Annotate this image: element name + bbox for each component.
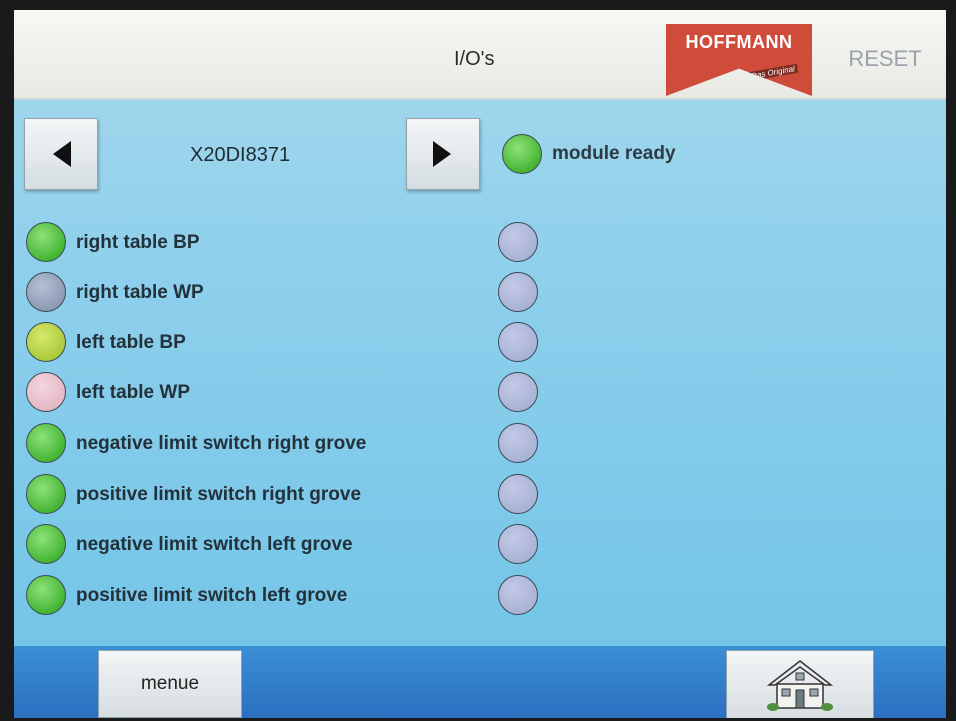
input-led-3 xyxy=(26,372,66,412)
triangle-left-icon xyxy=(53,141,71,167)
hoffmann-logo: HOFFMANN Das Original xyxy=(666,24,812,96)
input-label-4: negative limit switch right grove xyxy=(76,433,367,454)
logo-text: HOFFMANN xyxy=(685,32,793,52)
unlabeled-led-1 xyxy=(498,272,538,312)
input-led-7 xyxy=(26,575,66,615)
input-led-0 xyxy=(26,222,66,262)
input-label-2: left table BP xyxy=(76,332,186,353)
input-label-1: right table WP xyxy=(76,282,204,303)
input-label-3: left table WP xyxy=(76,382,191,403)
menu-button[interactable]: menue xyxy=(98,650,242,718)
input-led-6 xyxy=(26,524,66,564)
input-label-7: positive limit switch left grove xyxy=(76,585,348,606)
unlabeled-led-7 xyxy=(498,575,538,615)
input-led-1 xyxy=(26,272,66,312)
unlabeled-led-5 xyxy=(498,474,538,514)
module-name: X20DI8371 xyxy=(190,144,291,166)
house-icon xyxy=(766,660,834,711)
module-status-label: module ready xyxy=(552,143,676,164)
next-module-button[interactable] xyxy=(406,118,480,190)
module-ready-led xyxy=(502,134,542,174)
unlabeled-led-6 xyxy=(498,524,538,564)
input-led-2 xyxy=(26,322,66,362)
reset-button[interactable]: RESET xyxy=(824,30,946,88)
header-bar: I/O's HOFFMANN Das Original RESET xyxy=(14,10,946,100)
input-label-6: negative limit switch left grove xyxy=(76,534,353,555)
input-label-5: positive limit switch right grove xyxy=(76,484,362,505)
page-title: I/O's xyxy=(454,48,495,70)
unlabeled-led-4 xyxy=(498,423,538,463)
hmi-screen: I/O's HOFFMANN Das Original RESET X20DI8… xyxy=(14,10,946,718)
input-label-0: right table BP xyxy=(76,232,200,253)
footer-bar: menue xyxy=(14,646,946,718)
unlabeled-led-0 xyxy=(498,222,538,262)
unlabeled-led-2 xyxy=(498,322,538,362)
input-led-4 xyxy=(26,423,66,463)
input-led-5 xyxy=(26,474,66,514)
triangle-right-icon xyxy=(433,141,451,167)
prev-module-button[interactable] xyxy=(24,118,98,190)
unlabeled-led-3 xyxy=(498,372,538,412)
home-button[interactable] xyxy=(726,650,874,718)
logo-tagline: Das Original xyxy=(747,63,799,82)
